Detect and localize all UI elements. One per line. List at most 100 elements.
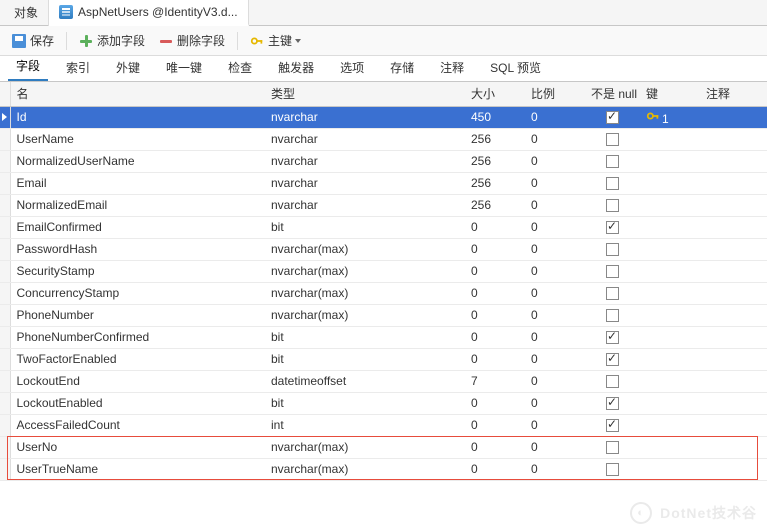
checkbox-icon[interactable] [606,441,619,454]
col-header-comment[interactable]: 注释 [700,82,767,106]
cell-comment[interactable] [700,238,767,260]
table-row[interactable]: UserNamenvarchar2560 [0,128,767,150]
subtab-0[interactable]: 字段 [8,52,48,81]
checkbox-icon[interactable] [606,375,619,388]
cell-name[interactable]: UserNo [10,436,265,458]
cell-notnull[interactable] [585,458,640,480]
cell-key[interactable] [640,260,700,282]
cell-comment[interactable] [700,326,767,348]
cell-notnull[interactable] [585,128,640,150]
cell-comment[interactable] [700,414,767,436]
cell-type[interactable]: nvarchar(max) [265,458,465,480]
cell-comment[interactable] [700,436,767,458]
cell-type[interactable]: nvarchar [265,194,465,216]
table-row[interactable]: AccessFailedCountint00 [0,414,767,436]
cell-type[interactable]: nvarchar(max) [265,304,465,326]
cell-notnull[interactable] [585,436,640,458]
cell-comment[interactable] [700,216,767,238]
cell-type[interactable]: nvarchar(max) [265,238,465,260]
col-header-type[interactable]: 类型 [265,82,465,106]
cell-size[interactable]: 256 [465,172,525,194]
cell-name[interactable]: NormalizedEmail [10,194,265,216]
cell-size[interactable]: 0 [465,414,525,436]
checkbox-icon[interactable] [606,133,619,146]
table-row[interactable]: ConcurrencyStampnvarchar(max)00 [0,282,767,304]
cell-name[interactable]: ConcurrencyStamp [10,282,265,304]
checkbox-icon[interactable] [606,155,619,168]
subtab-7[interactable]: 存储 [382,54,422,81]
cell-key[interactable] [640,392,700,414]
cell-notnull[interactable] [585,304,640,326]
cell-type[interactable]: bit [265,216,465,238]
cell-notnull[interactable] [585,106,640,128]
cell-name[interactable]: PhoneNumberConfirmed [10,326,265,348]
cell-comment[interactable] [700,282,767,304]
cell-size[interactable]: 256 [465,128,525,150]
cell-name[interactable]: NormalizedUserName [10,150,265,172]
subtab-6[interactable]: 选项 [332,54,372,81]
cell-name[interactable]: UserTrueName [10,458,265,480]
cell-type[interactable]: nvarchar(max) [265,436,465,458]
col-header-key[interactable]: 键 [640,82,700,106]
cell-name[interactable]: PhoneNumber [10,304,265,326]
cell-key[interactable] [640,150,700,172]
cell-key[interactable] [640,216,700,238]
cell-scale[interactable]: 0 [525,194,585,216]
cell-name[interactable]: PasswordHash [10,238,265,260]
cell-size[interactable]: 0 [465,304,525,326]
checkbox-icon[interactable] [606,331,619,344]
cell-comment[interactable] [700,194,767,216]
cell-type[interactable]: datetimeoffset [265,370,465,392]
cell-type[interactable]: nvarchar [265,106,465,128]
cell-type[interactable]: nvarchar(max) [265,282,465,304]
cell-key[interactable] [640,370,700,392]
cell-key[interactable] [640,194,700,216]
cell-notnull[interactable] [585,172,640,194]
cell-comment[interactable] [700,128,767,150]
checkbox-icon[interactable] [606,199,619,212]
cell-type[interactable]: nvarchar [265,150,465,172]
delete-field-button[interactable]: 删除字段 [153,29,231,52]
checkbox-icon[interactable] [606,265,619,278]
cell-scale[interactable]: 0 [525,238,585,260]
cell-scale[interactable]: 0 [525,370,585,392]
cell-name[interactable]: SecurityStamp [10,260,265,282]
cell-key[interactable] [640,326,700,348]
checkbox-icon[interactable] [606,221,619,234]
cell-notnull[interactable] [585,282,640,304]
col-header-notnull[interactable]: 不是 null [585,82,640,106]
subtab-2[interactable]: 外键 [108,54,148,81]
cell-type[interactable]: nvarchar(max) [265,260,465,282]
cell-scale[interactable]: 0 [525,304,585,326]
cell-comment[interactable] [700,458,767,480]
table-row[interactable]: PasswordHashnvarchar(max)00 [0,238,767,260]
cell-size[interactable]: 256 [465,194,525,216]
cell-name[interactable]: UserName [10,128,265,150]
col-header-scale[interactable]: 比例 [525,82,585,106]
table-row[interactable]: LockoutEnddatetimeoffset70 [0,370,767,392]
cell-size[interactable]: 0 [465,392,525,414]
cell-key[interactable] [640,172,700,194]
table-row[interactable]: PhoneNumberConfirmedbit00 [0,326,767,348]
cell-scale[interactable]: 0 [525,282,585,304]
cell-notnull[interactable] [585,348,640,370]
table-row[interactable]: NormalizedUserNamenvarchar2560 [0,150,767,172]
cell-size[interactable]: 0 [465,348,525,370]
cell-size[interactable]: 0 [465,458,525,480]
add-field-button[interactable]: 添加字段 [73,29,151,52]
cell-key[interactable] [640,238,700,260]
subtab-3[interactable]: 唯一键 [158,54,210,81]
cell-name[interactable]: LockoutEnd [10,370,265,392]
primary-key-button[interactable]: 主键 [244,29,307,52]
col-header-name[interactable]: 名 [10,82,265,106]
cell-scale[interactable]: 0 [525,348,585,370]
cell-key[interactable] [640,458,700,480]
cell-scale[interactable]: 0 [525,260,585,282]
cell-type[interactable]: bit [265,392,465,414]
table-row[interactable]: UserNonvarchar(max)00 [0,436,767,458]
cell-notnull[interactable] [585,414,640,436]
cell-type[interactable]: bit [265,326,465,348]
cell-comment[interactable] [700,348,767,370]
cell-size[interactable]: 0 [465,260,525,282]
cell-key[interactable]: 1 [640,106,700,128]
